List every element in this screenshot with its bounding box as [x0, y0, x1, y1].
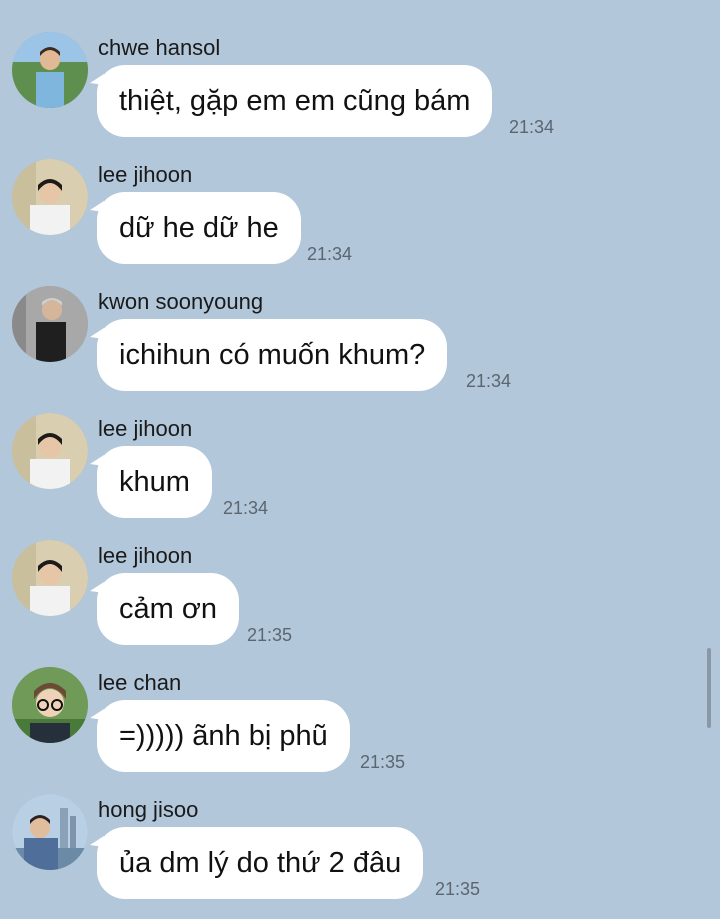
avatar[interactable]	[12, 413, 88, 489]
message-row: chwe hansol thiệt, gặp em em cũng bám 21…	[0, 0, 720, 137]
sender-name: lee chan	[98, 670, 182, 695]
message-row: hong jisoo ủa dm lý do thứ 2 đâu 21:35	[0, 762, 720, 899]
sender-name: lee jihoon	[98, 162, 193, 187]
message-row: lee jihoon cảm ơn 21:35	[0, 508, 720, 645]
message-row: lee chan =))))) ãnh bị phũ 21:35	[0, 635, 720, 772]
avatar[interactable]	[12, 32, 88, 108]
message-row: lee jihoon khum 21:34	[0, 381, 720, 518]
avatar[interactable]	[12, 159, 88, 235]
avatar[interactable]	[12, 667, 88, 743]
sender-name: lee jihoon	[98, 543, 193, 568]
avatar[interactable]	[12, 794, 88, 870]
sender-name: chwe hansol	[98, 35, 221, 60]
scrollbar[interactable]	[707, 648, 711, 728]
chat-message-list[interactable]: chwe hansol thiệt, gặp em em cũng bám 21…	[0, 0, 720, 919]
message-row: lee jihoon dữ he dữ he 21:34	[0, 127, 720, 264]
message-bubble[interactable]: ủa dm lý do thứ 2 đâu	[89, 827, 424, 899]
avatar[interactable]	[12, 540, 88, 616]
sender-name: lee jihoon	[98, 416, 193, 441]
avatar[interactable]	[12, 286, 88, 362]
sender-name: kwon soonyoung	[98, 289, 264, 314]
message-timestamp: 21:35	[435, 879, 481, 899]
message-row: kwon soonyoung ichihun có muốn khum? 21:…	[0, 254, 720, 391]
sender-name: hong jisoo	[98, 797, 199, 822]
